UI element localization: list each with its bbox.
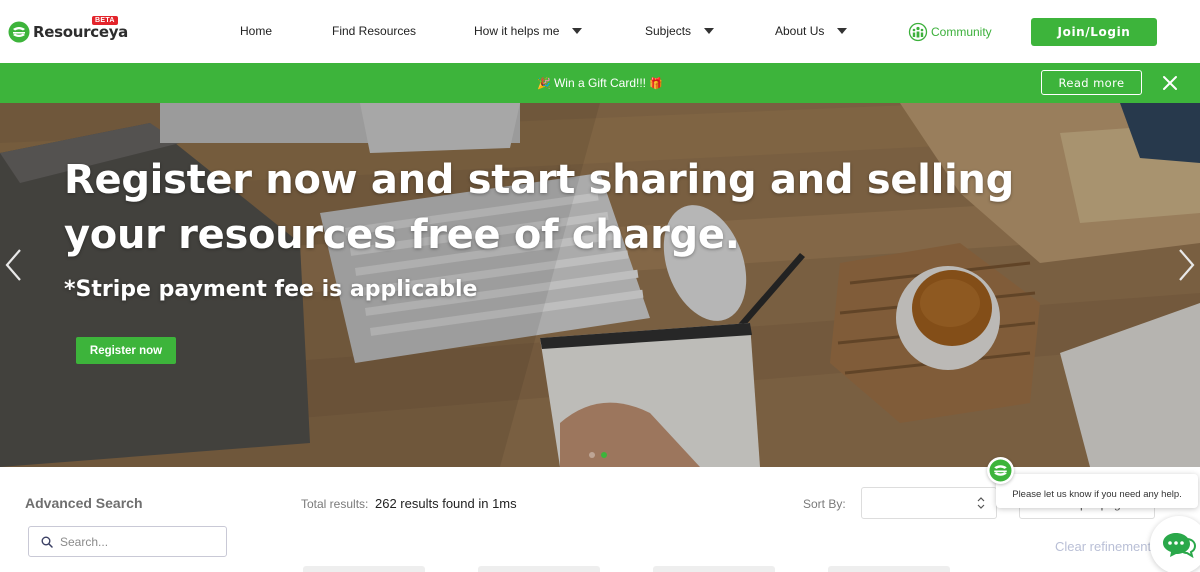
read-more-button[interactable]: Read more (1041, 70, 1142, 95)
chat-bubbles-icon (1163, 533, 1196, 559)
search-icon (41, 536, 53, 548)
party-popper-icon: 🎉 (536, 78, 551, 90)
nav-about-us[interactable]: About Us (775, 24, 848, 38)
total-results-label: Total results: (301, 497, 369, 511)
register-now-button[interactable]: Register now (76, 337, 176, 364)
promo-banner: 🎉 Win a Gift Card!!! 🎁 Read more (0, 63, 1200, 103)
nav-subjects[interactable]: Subjects (645, 24, 715, 38)
result-card[interactable] (653, 566, 775, 572)
chat-greeting-text: Please let us know if you need any help. (1012, 488, 1182, 500)
hero-subtitle: *Stripe payment fee is applicable (64, 277, 478, 302)
nav-community[interactable]: Community (908, 22, 992, 42)
chevron-down-icon (837, 28, 848, 34)
sort-by-label: Sort By: (803, 497, 846, 511)
top-navbar: Resourceya BETA Home Find Resources How … (0, 0, 1200, 63)
advanced-search-title: Advanced Search (25, 495, 143, 511)
result-card[interactable] (828, 566, 950, 572)
community-icon (908, 22, 928, 42)
nav-community-label: Community (931, 25, 992, 39)
nav-subjects-label: Subjects (645, 24, 692, 38)
search-box[interactable] (28, 526, 227, 557)
carousel-dot-active[interactable] (601, 452, 607, 458)
chevron-left-icon[interactable] (2, 247, 24, 283)
nav-how-it-helps-me-label: How it helps me (474, 24, 560, 38)
clear-refinement-link[interactable]: Clear refinement (1055, 539, 1151, 554)
promo-text: 🎉 Win a Gift Card!!! 🎁 (0, 76, 1200, 90)
logo-mark-icon (8, 21, 30, 43)
nav-about-us-label: About Us (775, 24, 825, 38)
chat-greeting-bubble[interactable]: Please let us know if you need any help. (996, 474, 1198, 508)
nav-how-it-helps-me[interactable]: How it helps me (474, 24, 583, 38)
promo-message: Win a Gift Card!!! (553, 76, 647, 90)
resourceya-logo[interactable]: Resourceya BETA (8, 16, 129, 46)
beta-badge: BETA (92, 16, 118, 25)
total-results-value: 262 results found in 1ms (375, 496, 517, 511)
gift-icon: 🎁 (649, 78, 664, 90)
chat-launcher-button[interactable] (1150, 516, 1200, 572)
updown-arrows-icon (977, 497, 985, 509)
chat-agent-avatar (987, 457, 1014, 484)
chevron-down-icon (704, 28, 715, 34)
nav-find-resources[interactable]: Find Resources (332, 24, 416, 38)
chevron-right-icon[interactable] (1176, 247, 1198, 283)
logo-mark-icon (989, 459, 1012, 482)
hero-carousel: Register now and start sharing and selli… (0, 103, 1200, 467)
hero-title: Register now and start sharing and selli… (64, 157, 1014, 258)
close-icon[interactable] (1162, 75, 1178, 91)
carousel-indicators (589, 452, 607, 458)
search-input[interactable] (60, 534, 210, 549)
nav-home[interactable]: Home (240, 24, 272, 38)
result-card[interactable] (303, 566, 425, 572)
chevron-down-icon (572, 28, 583, 34)
result-card[interactable] (478, 566, 600, 572)
join-login-button[interactable]: Join/Login (1031, 18, 1157, 46)
carousel-dot[interactable] (589, 452, 595, 458)
sort-by-select[interactable] (861, 487, 997, 519)
logo-text: Resourceya (33, 23, 129, 41)
